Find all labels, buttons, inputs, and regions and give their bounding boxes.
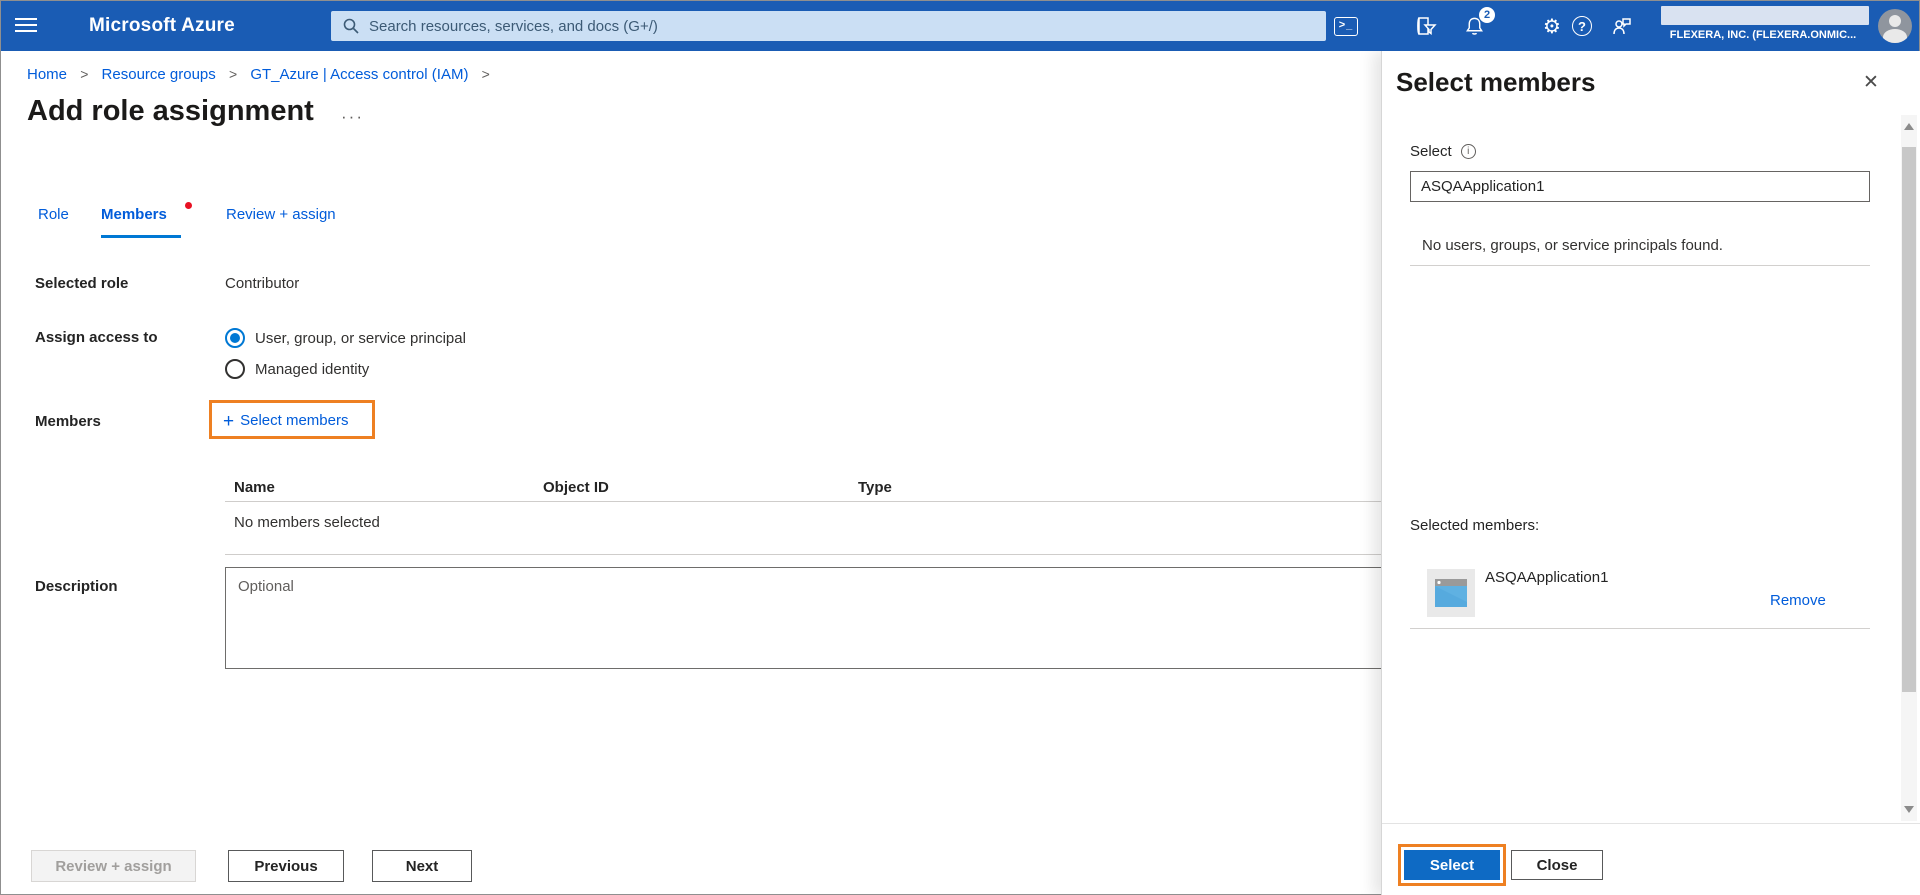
members-label: Members	[35, 413, 101, 430]
cloud-shell-icon[interactable]: >_	[1332, 13, 1360, 39]
remove-member-link[interactable]: Remove	[1770, 592, 1826, 609]
breadcrumb-separator: >	[481, 66, 490, 82]
breadcrumb-separator: >	[80, 66, 89, 82]
column-header-type: Type	[858, 479, 892, 496]
breadcrumb-home[interactable]: Home	[27, 66, 67, 83]
close-icon[interactable]: ✕	[1856, 67, 1886, 97]
directory-filter-icon[interactable]	[1412, 13, 1440, 39]
radio-unselected-icon	[225, 359, 245, 379]
panel-scrollbar[interactable]	[1901, 115, 1917, 821]
breadcrumb-access-control[interactable]: GT_Azure | Access control (IAM)	[250, 66, 468, 83]
avatar[interactable]	[1878, 9, 1912, 43]
selected-member-name: ASQAApplication1	[1485, 569, 1609, 586]
table-divider	[225, 501, 1382, 502]
menu-icon[interactable]	[15, 14, 49, 38]
breadcrumb-separator: >	[228, 66, 238, 82]
panel-title: Select members	[1396, 67, 1596, 97]
no-results-message: No users, groups, or service principals …	[1422, 237, 1723, 254]
table-empty-text: No members selected	[234, 514, 380, 531]
scrollbar-down-arrow[interactable]	[1904, 806, 1914, 813]
select-members-panel: Select members ✕ Select i No users, grou…	[1381, 51, 1920, 895]
select-button[interactable]: Select	[1404, 850, 1500, 880]
panel-divider	[1410, 628, 1870, 629]
search-icon	[343, 18, 359, 34]
description-textarea[interactable]	[225, 567, 1382, 669]
search-input[interactable]	[369, 17, 1269, 35]
help-icon[interactable]: ?	[1568, 13, 1596, 39]
review-assign-button[interactable]: Review + assign	[31, 850, 196, 882]
notifications-bell-icon[interactable]: 2	[1460, 7, 1495, 39]
radio-managed-identity[interactable]: Managed identity	[225, 359, 369, 379]
more-options-icon[interactable]: ···	[341, 107, 364, 127]
tab-review-assign[interactable]: Review + assign	[226, 206, 336, 235]
column-header-name: Name	[234, 479, 275, 496]
radio-selected-icon	[225, 328, 245, 348]
selected-members-label: Selected members:	[1410, 517, 1540, 534]
tenant-name: FLEXERA, INC. (FLEXERA.ONMIC...	[1669, 29, 1857, 41]
global-search[interactable]	[331, 11, 1326, 41]
scrollbar-thumb[interactable]	[1902, 147, 1916, 692]
panel-footer-divider	[1382, 823, 1920, 824]
selected-role-value: Contributor	[225, 275, 300, 292]
top-bar: Microsoft Azure >_ 2 ⚙	[1, 1, 1919, 51]
breadcrumb-resource-groups[interactable]: Resource groups	[102, 66, 216, 83]
next-button[interactable]: Next	[372, 850, 472, 882]
member-search-input[interactable]	[1410, 171, 1870, 202]
notification-badge: 2	[1479, 7, 1495, 23]
page-title: Add role assignment	[27, 95, 314, 127]
tab-role[interactable]: Role	[38, 206, 69, 235]
table-divider	[225, 554, 1382, 555]
selected-role-label: Selected role	[35, 275, 129, 292]
previous-button[interactable]: Previous	[228, 850, 344, 882]
feedback-icon[interactable]	[1608, 13, 1636, 39]
unsaved-changes-dot	[184, 202, 192, 209]
radio-user-group-service-principal[interactable]: User, group, or service principal	[225, 328, 466, 348]
app-title[interactable]: Microsoft Azure	[89, 15, 235, 37]
account-name-redacted[interactable]	[1661, 6, 1869, 25]
assign-access-label: Assign access to	[35, 329, 158, 346]
panel-close-button[interactable]: Close	[1511, 850, 1603, 880]
column-header-object-id: Object ID	[543, 479, 609, 496]
scrollbar-up-arrow[interactable]	[1904, 123, 1914, 130]
panel-divider	[1410, 265, 1870, 266]
tab-members[interactable]: Members	[101, 202, 192, 238]
description-label: Description	[35, 578, 118, 595]
plus-icon: +	[223, 411, 235, 432]
info-icon[interactable]: i	[1460, 144, 1476, 159]
select-members-button[interactable]: + Select members	[223, 411, 348, 433]
application-icon	[1427, 569, 1475, 617]
breadcrumb: Home > Resource groups > GT_Azure | Acce…	[27, 66, 499, 83]
settings-gear-icon[interactable]: ⚙	[1538, 13, 1566, 39]
azure-portal-window: Microsoft Azure >_ 2 ⚙	[0, 0, 1920, 895]
select-field-label: Select i	[1410, 143, 1476, 160]
